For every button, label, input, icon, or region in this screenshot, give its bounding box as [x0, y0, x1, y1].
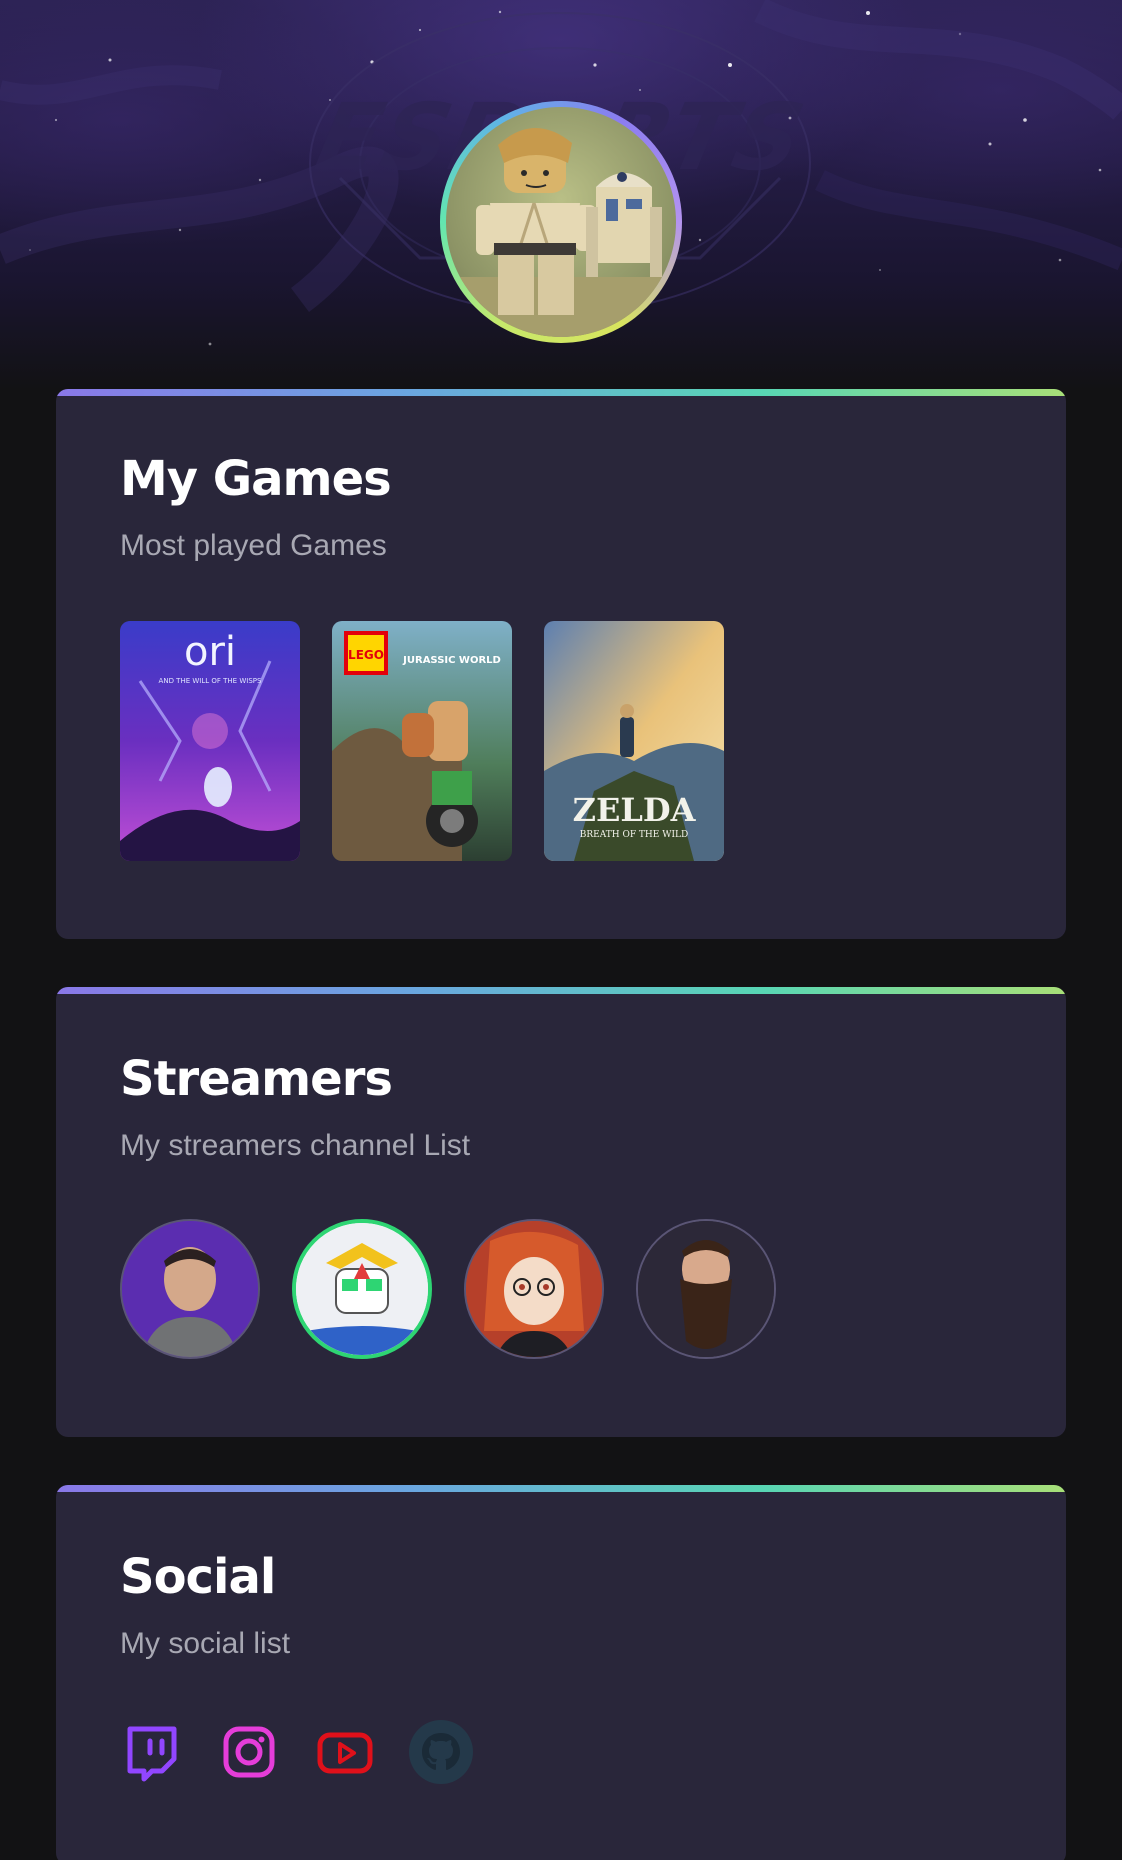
social-title: Social	[120, 1549, 276, 1605]
streamer-avatar-3[interactable]	[464, 1219, 604, 1359]
profile-page: ESPORTS	[0, 0, 1122, 1860]
game-cover-ori[interactable]: ori AND THE WILL OF THE WISPS	[120, 621, 300, 861]
streamer-avatar-1[interactable]	[120, 1219, 260, 1359]
twitch-icon[interactable]	[120, 1719, 186, 1785]
github-icon[interactable]	[408, 1719, 474, 1785]
streamer-avatar-2[interactable]	[292, 1219, 432, 1359]
streamers-subtitle: My streamers channel List	[120, 1129, 471, 1162]
lego-logo: LEGO	[348, 648, 384, 662]
header-banner: ESPORTS	[0, 0, 1122, 390]
social-subtitle: My social list	[120, 1627, 291, 1660]
games-subtitle: Most played Games	[120, 529, 387, 562]
ori-tagline: AND THE WILL OF THE WISPS	[159, 677, 262, 685]
games-title: My Games	[120, 451, 392, 507]
streamers-title: Streamers	[120, 1051, 393, 1107]
lego-figure-avatar-icon	[446, 107, 676, 337]
game-cover-lego-jurassic-world[interactable]: LEGO JURASSIC WORLD	[332, 621, 512, 861]
zelda-logo: ZELDA	[573, 791, 697, 829]
profile-avatar[interactable]	[440, 101, 682, 343]
games-card: My Games Most played Games ori AND THE W…	[56, 389, 1066, 939]
youtube-icon[interactable]	[312, 1719, 378, 1785]
streamers-card: Streamers My streamers channel List	[56, 987, 1066, 1437]
ori-logo: ori	[184, 629, 236, 675]
game-cover-zelda[interactable]: ZELDA BREATH OF THE WILD	[544, 621, 724, 861]
jurassic-world-tagline: JURASSIC WORLD	[402, 655, 501, 666]
social-card: Social My social list	[56, 1485, 1066, 1860]
instagram-icon[interactable]	[216, 1719, 282, 1785]
zelda-tagline: BREATH OF THE WILD	[580, 830, 688, 840]
streamer-avatar-4[interactable]	[636, 1219, 776, 1359]
